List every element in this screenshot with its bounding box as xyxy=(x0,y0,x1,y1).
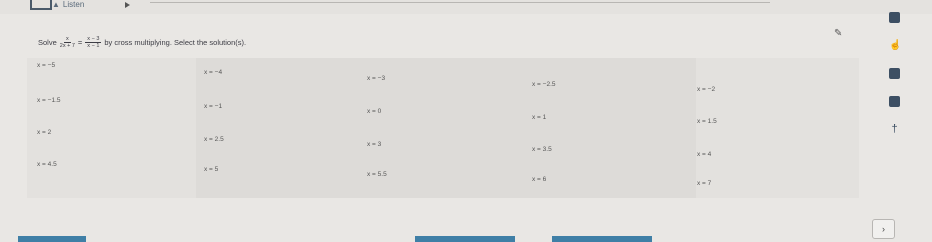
option-x-2-5[interactable]: x = 2.5 xyxy=(204,136,224,143)
option-x-3[interactable]: x = 3 xyxy=(367,141,381,148)
previous-button[interactable] xyxy=(18,236,86,242)
option-x-neg1[interactable]: x = −1 xyxy=(204,103,222,110)
option-x-3-5[interactable]: x = 3.5 xyxy=(532,146,552,153)
flag-checkbox[interactable] xyxy=(30,0,52,10)
option-x-neg2[interactable]: x = −2 xyxy=(697,86,715,93)
fraction-left: x 2x + 7 xyxy=(60,36,75,49)
fraction-left-denominator: 2x + 7 xyxy=(59,43,75,49)
calculator-icon[interactable] xyxy=(889,12,900,23)
option-x-neg1-5[interactable]: x = −1.5 xyxy=(37,97,61,104)
hand-pointer-icon[interactable]: ☝ xyxy=(889,40,901,51)
listen-label: Listen xyxy=(62,0,85,9)
audio-progress-track xyxy=(150,2,770,3)
option-x-4[interactable]: x = 4 xyxy=(697,151,711,158)
top-toolbar: ▲ Listen xyxy=(0,0,932,14)
option-x-0[interactable]: x = 0 xyxy=(367,108,381,115)
right-tool-sidebar: ☝ † xyxy=(880,0,910,150)
fraction-right-denominator: x − 1 xyxy=(87,43,100,49)
speaker-icon: ▲ xyxy=(52,0,60,9)
submit-button[interactable] xyxy=(415,236,515,242)
next-button[interactable]: › xyxy=(872,219,895,239)
prompt-instruction: by cross multiplying. Select the solutio… xyxy=(104,38,247,47)
option-x-1[interactable]: x = 1 xyxy=(532,114,546,121)
next-arrow-icon: › xyxy=(882,224,885,234)
listen-button[interactable]: ▲ Listen xyxy=(52,0,84,9)
fraction-right-numerator: x − 3 xyxy=(85,36,102,43)
notepad-icon[interactable] xyxy=(889,68,900,79)
review-button[interactable] xyxy=(552,236,652,242)
option-x-neg5[interactable]: x = −5 xyxy=(37,62,55,69)
option-x-neg3[interactable]: x = −3 xyxy=(367,75,385,82)
fraction-left-numerator: x xyxy=(63,36,71,43)
fraction-right: x − 3 x − 1 xyxy=(85,36,102,49)
prompt-lead: Solve xyxy=(38,38,57,47)
option-x-2[interactable]: x = 2 xyxy=(37,129,51,136)
equals-sign: = xyxy=(77,38,83,47)
option-x-7[interactable]: x = 7 xyxy=(697,180,711,187)
option-x-neg2-5[interactable]: x = −2.5 xyxy=(532,81,556,88)
question-prompt: Solve x 2x + 7 = x − 3 x − 1 by cross mu… xyxy=(38,36,246,49)
option-x-5-5[interactable]: x = 5.5 xyxy=(367,171,387,178)
option-x-4-5[interactable]: x = 4.5 xyxy=(37,161,57,168)
reference-sheet-icon[interactable] xyxy=(889,96,900,107)
play-icon[interactable] xyxy=(125,2,130,8)
option-x-1-5[interactable]: x = 1.5 xyxy=(697,118,717,125)
calculator-tool-icon[interactable]: ✎ xyxy=(834,28,842,39)
option-x-5[interactable]: x = 5 xyxy=(204,166,218,173)
option-x-6[interactable]: x = 6 xyxy=(532,176,546,183)
option-x-neg4[interactable]: x = −4 xyxy=(204,69,222,76)
options-middle-band xyxy=(196,58,696,198)
answer-options-grid: x = −5 x = −4 x = −3 x = −2.5 x = −2 x =… xyxy=(27,58,859,198)
text-to-speech-icon[interactable]: † xyxy=(889,124,900,135)
